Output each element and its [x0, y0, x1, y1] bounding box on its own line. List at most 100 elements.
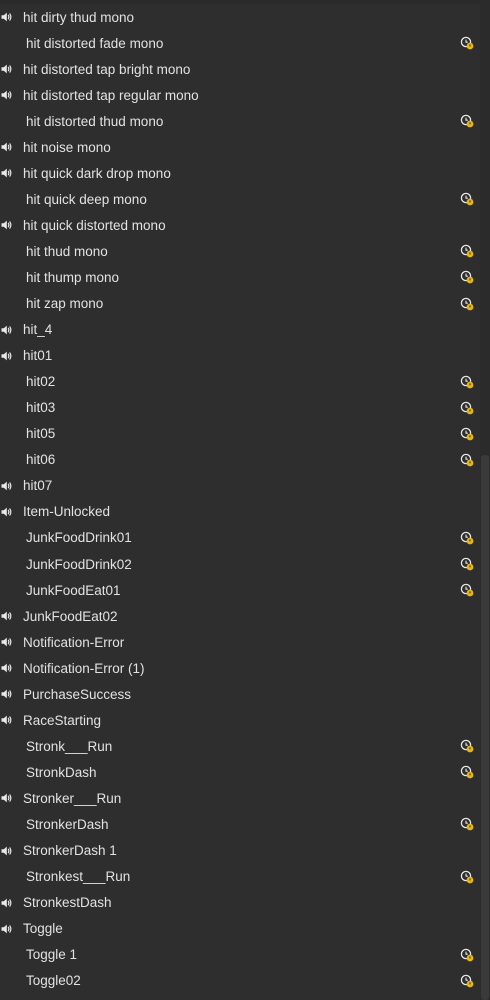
list-item[interactable]: JunkFoodEat01	[0, 577, 480, 603]
list-item-label: hit thump mono	[26, 269, 120, 285]
speaker-icon[interactable]	[1, 63, 13, 75]
list-item[interactable]: hit05	[0, 421, 480, 447]
list-item[interactable]: Toggle02	[0, 968, 480, 994]
list-item-label: hit03	[26, 400, 56, 416]
list-item-label: hit distorted tap bright mono	[23, 61, 191, 77]
scrollbar-thumb[interactable]	[481, 455, 489, 1000]
clock-badge-icon	[460, 531, 474, 545]
list-item[interactable]: hit distorted thud mono	[0, 108, 480, 134]
speaker-icon[interactable]	[1, 141, 13, 153]
list-item[interactable]: Toggle 1	[0, 942, 480, 968]
speaker-icon[interactable]	[1, 11, 13, 23]
list-item[interactable]: hit quick distorted mono	[0, 212, 480, 238]
clock-badge-icon	[460, 557, 474, 571]
list-item[interactable]: hit distorted tap regular mono	[0, 82, 480, 108]
speaker-icon[interactable]	[1, 89, 13, 101]
speaker-icon[interactable]	[1, 845, 13, 857]
list-item[interactable]: StronkerDash	[0, 811, 480, 837]
speaker-icon[interactable]	[1, 636, 13, 648]
scrollbar[interactable]	[480, 0, 490, 1000]
speaker-icon[interactable]	[1, 897, 13, 909]
clock-badge-icon	[460, 974, 474, 988]
list-item[interactable]: JunkFoodDrink02	[0, 551, 480, 577]
speaker-icon[interactable]	[1, 610, 13, 622]
list-item[interactable]: StronkerDash 1	[0, 838, 480, 864]
clock-badge-icon	[460, 245, 474, 258]
speaker-icon[interactable]	[1, 480, 13, 492]
speaker-icon[interactable]	[1, 324, 13, 336]
list-item[interactable]: Stronkest___Run	[0, 864, 480, 890]
list-item-label: hit07	[23, 478, 53, 494]
list-item-label: hit noise mono	[23, 139, 111, 155]
list-item-label: hit01	[23, 348, 53, 364]
list-item-label: hit thud mono	[26, 243, 108, 259]
list-item[interactable]: JunkFoodEat02	[0, 603, 480, 629]
list-item[interactable]: hit03	[0, 395, 480, 421]
speaker-icon[interactable]	[1, 350, 13, 362]
list-item[interactable]: StronkDash	[0, 759, 480, 785]
speaker-icon[interactable]	[1, 506, 13, 518]
speaker-icon[interactable]	[1, 688, 13, 700]
list-item-label: JunkFoodEat01	[26, 582, 121, 598]
clock-badge-icon	[460, 114, 474, 128]
list-item[interactable]: hit dirty thud mono	[0, 4, 480, 30]
clock-badge-icon	[460, 427, 474, 441]
list-item-label: Item-Unlocked	[23, 504, 111, 520]
list-item[interactable]: hit thump mono	[0, 264, 480, 290]
list-item[interactable]: Notification-Error	[0, 629, 480, 655]
sound-asset-list: hit dirty thud mono hit distorted fade mo…	[0, 4, 480, 994]
clock-badge-icon	[460, 297, 474, 310]
list-item-label: Toggle02	[26, 973, 81, 989]
list-item-label: StronkestDash	[23, 895, 112, 911]
list-item-label: hit dirty thud mono	[23, 9, 135, 25]
list-item-label: StronkerDash	[26, 816, 109, 832]
list-item[interactable]: hit02	[0, 369, 480, 395]
list-item[interactable]: Stronker___Run	[0, 785, 480, 811]
speaker-icon[interactable]	[1, 219, 13, 231]
list-item-label: Toggle	[23, 921, 63, 937]
clock-badge-icon	[460, 766, 474, 779]
list-item-label: hit zap mono	[26, 296, 104, 312]
clock-badge-icon	[460, 271, 474, 284]
list-item[interactable]: hit quick dark drop mono	[0, 160, 480, 186]
list-item[interactable]: hit thud mono	[0, 238, 480, 264]
list-item[interactable]: hit07	[0, 473, 480, 499]
list-item[interactable]: hit01	[0, 343, 480, 369]
list-item[interactable]: RaceStarting	[0, 707, 480, 733]
speaker-icon[interactable]	[1, 714, 13, 726]
list-item-label: hit05	[26, 426, 56, 442]
list-item[interactable]: hit06	[0, 447, 480, 473]
clock-badge-icon	[460, 818, 474, 831]
list-item-label: RaceStarting	[23, 712, 102, 728]
list-item[interactable]: Stronk___Run	[0, 733, 480, 759]
clock-badge-icon	[460, 740, 474, 753]
speaker-icon[interactable]	[1, 167, 13, 179]
clock-badge-icon	[460, 193, 474, 206]
speaker-icon[interactable]	[1, 923, 13, 935]
speaker-icon[interactable]	[1, 662, 13, 674]
list-item[interactable]: hit distorted tap bright mono	[0, 56, 480, 82]
list-item[interactable]: StronkestDash	[0, 890, 480, 916]
list-item-label: Stronker___Run	[23, 790, 122, 806]
list-item[interactable]: hit noise mono	[0, 134, 480, 160]
list-item[interactable]: Notification-Error (1)	[0, 655, 480, 681]
list-item-label: hit quick dark drop mono	[23, 165, 171, 181]
list-item[interactable]: hit distorted fade mono	[0, 30, 480, 56]
clock-badge-icon	[460, 948, 474, 962]
list-item[interactable]: JunkFoodDrink01	[0, 525, 480, 551]
list-item-label: JunkFoodDrink02	[26, 556, 132, 572]
list-item[interactable]: hit_4	[0, 317, 480, 343]
list-item[interactable]: hit zap mono	[0, 291, 480, 317]
list-item-label: JunkFoodDrink01	[26, 530, 132, 546]
list-item-label: hit distorted thud mono	[26, 113, 164, 129]
list-item[interactable]: Item-Unlocked	[0, 499, 480, 525]
list-item[interactable]: PurchaseSuccess	[0, 681, 480, 707]
clock-badge-icon	[460, 583, 474, 597]
list-item-label: Stronk___Run	[26, 738, 113, 754]
list-item-label: JunkFoodEat02	[23, 608, 118, 624]
list-item[interactable]: hit quick deep mono	[0, 186, 480, 212]
speaker-icon[interactable]	[1, 792, 13, 804]
list-item[interactable]: Toggle	[0, 916, 480, 942]
list-item-label: hit_4	[23, 322, 53, 338]
list-item-label: hit quick distorted mono	[23, 217, 166, 233]
